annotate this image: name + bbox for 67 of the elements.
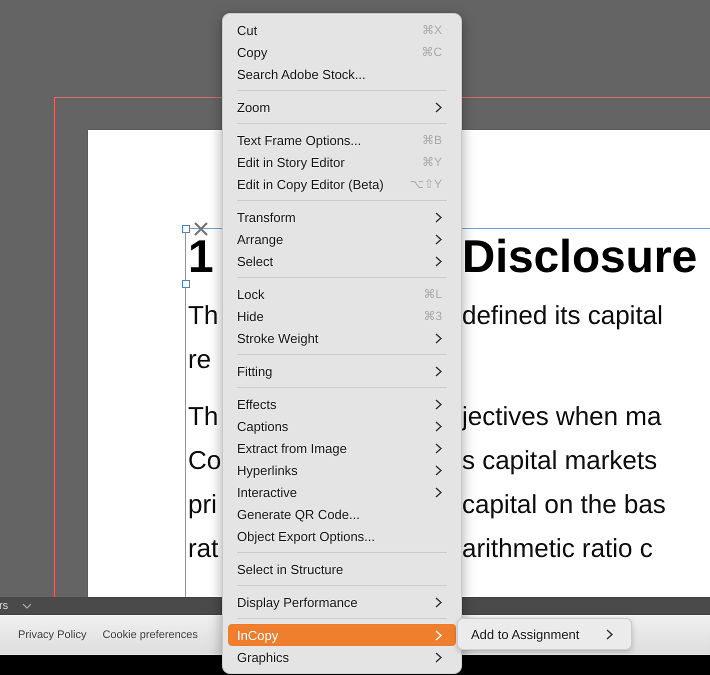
menu-item[interactable]: Edit in Story Editor ⌘Y xyxy=(228,151,456,173)
cursor-icon xyxy=(193,221,209,237)
chevron-right-icon xyxy=(435,212,442,222)
menu-item[interactable]: Lock ⌘L xyxy=(228,283,456,305)
chevron-right-icon xyxy=(435,596,442,608)
chevron-right-icon xyxy=(435,332,442,344)
menu-item[interactable]: Arrange xyxy=(228,228,456,250)
menu-item[interactable]: Effects xyxy=(228,393,456,415)
body-text: pri xyxy=(188,488,217,520)
menu-item[interactable]: Hyperlinks xyxy=(228,459,456,481)
panel-label: rs xyxy=(0,600,8,612)
chevron-right-icon xyxy=(435,398,442,410)
chevron-right-icon xyxy=(435,464,442,476)
menu-item[interactable]: Search Adobe Stock... xyxy=(228,63,456,85)
body-text: jectives when ma xyxy=(462,400,662,432)
menu-item[interactable]: Select xyxy=(228,250,456,272)
menu-item[interactable]: Captions xyxy=(228,415,456,437)
body-text: Th xyxy=(188,300,218,330)
chevron-right-icon xyxy=(606,628,613,640)
menu-item[interactable]: Copy ⌘C xyxy=(228,41,456,63)
shortcut-text: ⌘X xyxy=(422,23,442,37)
body-text: re xyxy=(188,344,212,374)
body-text: capital on the bas xyxy=(462,488,666,520)
shortcut-text: ⌘B xyxy=(422,133,442,147)
body-text: rat xyxy=(188,532,218,564)
footer-link[interactable]: Privacy Policy xyxy=(18,629,86,641)
menu-item[interactable]: Transform xyxy=(228,206,456,228)
body-text: defined its capital xyxy=(462,300,663,330)
chevron-right-icon xyxy=(435,256,442,266)
frame-handle[interactable] xyxy=(182,280,190,288)
menu-item[interactable]: Zoom xyxy=(228,96,456,118)
chevron-right-icon xyxy=(435,486,442,498)
shortcut-text: ⌘3 xyxy=(423,309,442,323)
chevron-right-icon xyxy=(435,652,442,662)
body-text: s capital markets xyxy=(462,444,658,476)
menu-item[interactable]: Graphics xyxy=(228,646,456,668)
chevron-right-icon xyxy=(435,366,442,376)
menu-item[interactable]: Generate QR Code... xyxy=(228,503,456,525)
frame-handle[interactable] xyxy=(182,225,190,233)
body-text: Co xyxy=(188,444,222,476)
heading-text: Disclosure xyxy=(462,229,698,283)
menu-item[interactable]: Add to Assignment xyxy=(458,623,631,645)
chevron-down-icon[interactable] xyxy=(22,603,32,609)
chevron-right-icon xyxy=(435,234,442,244)
chevron-right-icon xyxy=(435,420,442,432)
menu-item[interactable]: Extract from Image xyxy=(228,437,456,459)
shortcut-text: ⌥⇧Y xyxy=(410,177,442,191)
menu-item[interactable]: Hide ⌘3 xyxy=(228,305,456,327)
heading-text: 1 xyxy=(188,229,214,283)
menu-item[interactable]: Stroke Weight xyxy=(228,327,456,349)
menu-item[interactable]: Edit in Copy Editor (Beta) ⌥⇧Y xyxy=(228,173,456,195)
shortcut-text: ⌘Y xyxy=(422,155,442,169)
menu-item[interactable]: Interactive xyxy=(228,481,456,503)
shortcut-text: ⌘C xyxy=(421,45,442,59)
menu-item[interactable]: Fitting xyxy=(228,360,456,382)
menu-item[interactable]: Display Performance xyxy=(228,591,456,613)
menu-item[interactable]: Select in Structure xyxy=(228,558,456,580)
menu-item[interactable]: Text Frame Options... ⌘B xyxy=(228,129,456,151)
body-text: Th xyxy=(188,400,218,432)
footer-link[interactable]: Cookie preferences xyxy=(102,629,198,641)
menu-item[interactable]: Object Export Options... xyxy=(228,525,456,547)
chevron-right-icon xyxy=(435,630,442,640)
shortcut-text: ⌘L xyxy=(423,287,442,301)
chevron-right-icon xyxy=(435,102,442,112)
body-text: arithmetic ratio c xyxy=(462,532,653,564)
menu-item[interactable]: Cut ⌘X xyxy=(228,19,456,41)
chevron-right-icon xyxy=(435,442,442,454)
